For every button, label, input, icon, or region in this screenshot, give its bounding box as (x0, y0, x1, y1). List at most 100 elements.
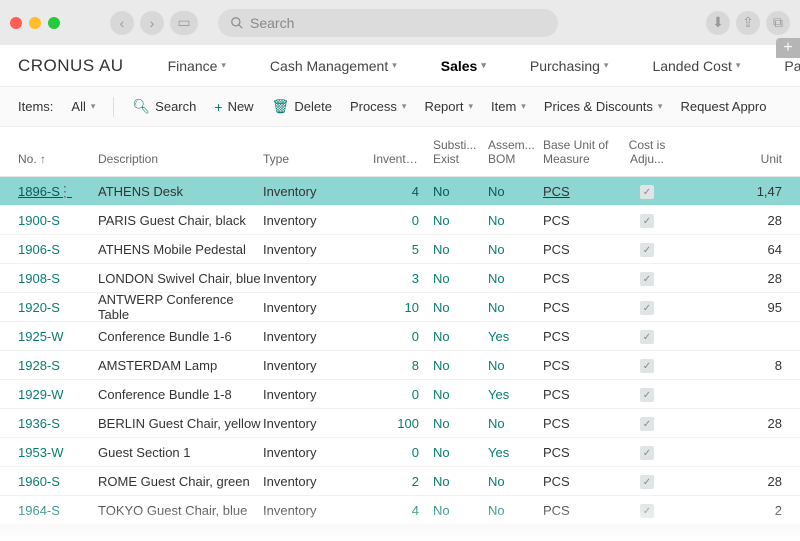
cell-no[interactable]: 1953-W⋮ (18, 444, 98, 461)
cell-assembly[interactable]: No (488, 474, 543, 489)
col-inventory[interactable]: Inventory (373, 152, 433, 166)
cell-no[interactable]: 1920-S⋮ (18, 299, 98, 316)
new-button[interactable]: +New (214, 99, 253, 115)
cell-assembly[interactable]: Yes (488, 329, 543, 344)
table-row[interactable]: 1920-S⋮ANTWERP Conference TableInventory… (0, 293, 800, 322)
new-tab-button[interactable]: + (776, 38, 800, 58)
cell-inventory[interactable]: 0 (373, 213, 433, 228)
cell-cost-adjusted[interactable]: ✓ (623, 357, 671, 374)
cell-base-unit[interactable]: PCS (543, 271, 623, 286)
cell-assembly[interactable]: No (488, 358, 543, 373)
cell-base-unit[interactable]: PCS (543, 300, 623, 315)
table-row[interactable]: 1896-S⋮ATHENS DeskInventory4NoNoPCS✓1,47 (0, 177, 800, 206)
cell-base-unit[interactable]: PCS (543, 213, 623, 228)
cell-substitute[interactable]: No (433, 387, 488, 402)
cell-cost-adjusted[interactable]: ✓ (623, 299, 671, 316)
share-button[interactable]: ⇪ (736, 11, 760, 35)
maximize-window-icon[interactable] (48, 17, 60, 29)
col-no[interactable]: No. ↑ (18, 152, 98, 166)
col-substitute[interactable]: Substi... Exist (433, 138, 488, 166)
table-row[interactable]: 1925-W⋮Conference Bundle 1-6Inventory0No… (0, 322, 800, 351)
col-description[interactable]: Description (98, 152, 263, 166)
cell-no[interactable]: 1925-W⋮ (18, 328, 98, 345)
report-menu[interactable]: Report▾ (424, 99, 473, 114)
cell-no[interactable]: 1928-S⋮ (18, 357, 98, 374)
cell-substitute[interactable]: No (433, 474, 488, 489)
cell-substitute[interactable]: No (433, 300, 488, 315)
cell-inventory[interactable]: 4 (373, 184, 433, 199)
cell-cost-adjusted[interactable]: ✓ (623, 328, 671, 345)
col-unit[interactable]: Unit (671, 152, 782, 166)
table-row[interactable]: 1953-W⋮Guest Section 1Inventory0NoYesPCS… (0, 438, 800, 467)
cell-substitute[interactable]: No (433, 184, 488, 199)
nav-cash-management[interactable]: Cash Management▾ (270, 58, 397, 74)
table-row[interactable]: 1900-S⋮PARIS Guest Chair, blackInventory… (0, 206, 800, 235)
cell-no[interactable]: 1908-S⋮ (18, 270, 98, 287)
table-row[interactable]: 1906-S⋮ATHENS Mobile PedestalInventory5N… (0, 235, 800, 264)
cell-inventory[interactable]: 4 (373, 503, 433, 518)
cell-inventory[interactable]: 5 (373, 242, 433, 257)
cell-cost-adjusted[interactable]: ✓ (623, 473, 671, 490)
close-window-icon[interactable] (10, 17, 22, 29)
forward-button[interactable]: › (140, 11, 164, 35)
cell-no[interactable]: 1964-S⋮ (18, 502, 98, 519)
cell-cost-adjusted[interactable]: ✓ (623, 502, 671, 519)
col-assembly-bom[interactable]: Assem... BOM (488, 138, 543, 166)
cell-no[interactable]: 1906-S⋮ (18, 241, 98, 258)
minimize-window-icon[interactable] (29, 17, 41, 29)
cell-inventory[interactable]: 0 (373, 387, 433, 402)
filter-all[interactable]: All▾ (71, 99, 95, 114)
nav-purchasing[interactable]: Purchasing▾ (530, 58, 609, 74)
cell-substitute[interactable]: No (433, 358, 488, 373)
address-search[interactable]: Search (218, 9, 558, 37)
delete-button[interactable]: 🗑Delete (272, 98, 332, 115)
cell-assembly[interactable]: Yes (488, 445, 543, 460)
downloads-button[interactable]: ⬇ (706, 11, 730, 35)
row-menu-icon[interactable]: ⋮ (58, 183, 72, 199)
cell-assembly[interactable]: Yes (488, 387, 543, 402)
cell-assembly[interactable]: No (488, 503, 543, 518)
cell-substitute[interactable]: No (433, 503, 488, 518)
table-row[interactable]: 1908-S⋮LONDON Swivel Chair, blueInventor… (0, 264, 800, 293)
table-row[interactable]: 1929-W⋮Conference Bundle 1-8Inventory0No… (0, 380, 800, 409)
cell-cost-adjusted[interactable]: ✓ (623, 183, 671, 200)
request-approval-button[interactable]: Request Appro (680, 99, 766, 114)
cell-base-unit[interactable]: PCS (543, 387, 623, 402)
search-button[interactable]: 🔍︎Search (132, 98, 196, 115)
cell-no[interactable]: 1960-S⋮ (18, 473, 98, 490)
back-button[interactable]: ‹ (110, 11, 134, 35)
cell-assembly[interactable]: No (488, 213, 543, 228)
cell-substitute[interactable]: No (433, 242, 488, 257)
prices-menu[interactable]: Prices & Discounts▾ (544, 99, 663, 114)
cell-substitute[interactable]: No (433, 271, 488, 286)
cell-cost-adjusted[interactable]: ✓ (623, 212, 671, 229)
cell-inventory[interactable]: 0 (373, 445, 433, 460)
item-menu[interactable]: Item▾ (491, 99, 526, 114)
cell-base-unit[interactable]: PCS (543, 445, 623, 460)
table-row[interactable]: 1928-S⋮AMSTERDAM LampInventory8NoNoPCS✓8 (0, 351, 800, 380)
col-base-unit[interactable]: Base Unit of Measure (543, 138, 623, 166)
cell-base-unit[interactable]: PCS (543, 184, 623, 199)
cell-substitute[interactable]: No (433, 416, 488, 431)
cell-assembly[interactable]: No (488, 242, 543, 257)
cell-base-unit[interactable]: PCS (543, 242, 623, 257)
cell-cost-adjusted[interactable]: ✓ (623, 444, 671, 461)
cell-no[interactable]: 1929-W⋮ (18, 386, 98, 403)
table-row[interactable]: 1936-S⋮BERLIN Guest Chair, yellowInvento… (0, 409, 800, 438)
cell-assembly[interactable]: No (488, 271, 543, 286)
cell-base-unit[interactable]: PCS (543, 503, 623, 518)
cell-substitute[interactable]: No (433, 445, 488, 460)
cell-base-unit[interactable]: PCS (543, 416, 623, 431)
cell-base-unit[interactable]: PCS (543, 358, 623, 373)
cell-substitute[interactable]: No (433, 213, 488, 228)
cell-base-unit[interactable]: PCS (543, 474, 623, 489)
col-cost-adjusted[interactable]: Cost is Adju... (623, 138, 671, 166)
cell-inventory[interactable]: 100 (373, 416, 433, 431)
col-type[interactable]: Type (263, 152, 373, 166)
cell-no[interactable]: 1896-S⋮ (18, 183, 98, 200)
cell-cost-adjusted[interactable]: ✓ (623, 386, 671, 403)
table-row[interactable]: 1960-S⋮ROME Guest Chair, greenInventory2… (0, 467, 800, 496)
tabs-button[interactable]: ⧉ (766, 11, 790, 35)
cell-no[interactable]: 1936-S⋮ (18, 415, 98, 432)
cell-inventory[interactable]: 0 (373, 329, 433, 344)
